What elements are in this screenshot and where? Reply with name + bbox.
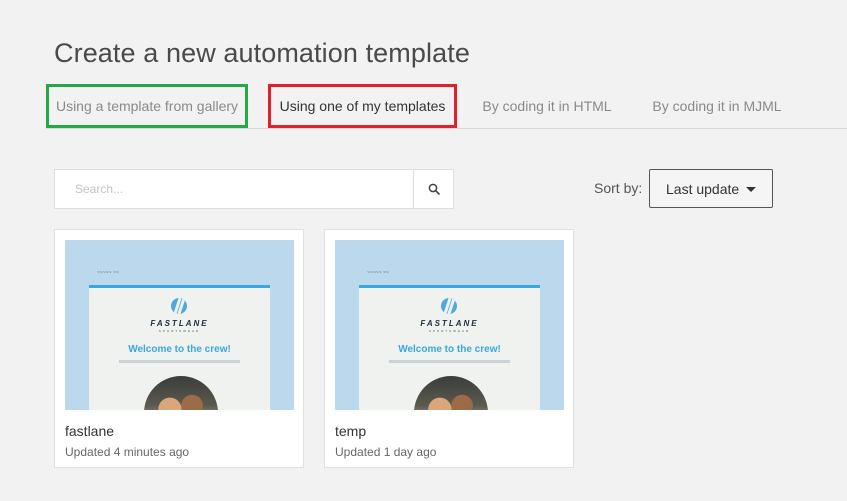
page-title: Create a new automation template bbox=[54, 38, 470, 68]
template-updated: Updated 4 minutes ago bbox=[65, 445, 190, 459]
tab-coding-html[interactable]: By coding it in HTML bbox=[472, 84, 622, 128]
thumbnail-subtext bbox=[119, 360, 240, 363]
caret-down-icon bbox=[746, 187, 756, 192]
fastlane-logo-icon bbox=[441, 298, 457, 314]
thumbnail-photo bbox=[144, 376, 218, 410]
tab-template-gallery[interactable]: Using a template from gallery bbox=[46, 84, 248, 128]
email-preview: FASTLANE SPORTSWEAR Welcome to the crew! bbox=[359, 285, 540, 410]
search-button[interactable] bbox=[413, 170, 453, 208]
tab-my-templates[interactable]: Using one of my templates bbox=[268, 84, 457, 128]
thumbnail-headline: Welcome to the crew! bbox=[128, 344, 231, 355]
email-preview: FASTLANE SPORTSWEAR Welcome to the crew! bbox=[89, 285, 270, 410]
fastlane-logo-icon bbox=[171, 298, 187, 314]
template-thumbnail: ~~~~~ ~~ FASTLANE SPORTSWEAR Welcome to … bbox=[65, 240, 294, 410]
search-icon bbox=[428, 183, 440, 195]
thumbnail-brand-sub: SPORTSWEAR bbox=[158, 329, 201, 333]
thumbnail-preheader: ~~~~~ ~~ bbox=[97, 270, 119, 276]
sort-selected-value: Last update bbox=[666, 180, 740, 197]
search-input[interactable] bbox=[55, 170, 413, 208]
tab-coding-mjml[interactable]: By coding it in MJML bbox=[642, 84, 792, 128]
template-updated: Updated 1 day ago bbox=[335, 445, 437, 459]
template-card[interactable]: ~~~~~ ~~ FASTLANE SPORTSWEAR Welcome to … bbox=[324, 229, 574, 468]
thumbnail-brand: FASTLANE bbox=[150, 319, 209, 328]
sort-label: Sort by: bbox=[594, 180, 643, 196]
thumbnail-brand: FASTLANE bbox=[420, 319, 479, 328]
search-box bbox=[54, 169, 454, 209]
thumbnail-subtext bbox=[389, 360, 510, 363]
thumbnail-preheader: ~~~~~ ~~ bbox=[367, 270, 389, 276]
template-name: temp bbox=[335, 423, 367, 439]
thumbnail-photo bbox=[414, 376, 488, 410]
template-name: fastlane bbox=[65, 423, 115, 439]
sort-dropdown[interactable]: Last update bbox=[649, 169, 773, 208]
template-thumbnail: ~~~~~ ~~ FASTLANE SPORTSWEAR Welcome to … bbox=[335, 240, 564, 410]
template-card[interactable]: ~~~~~ ~~ FASTLANE SPORTSWEAR Welcome to … bbox=[54, 229, 304, 468]
thumbnail-headline: Welcome to the crew! bbox=[398, 344, 501, 355]
template-source-tabs: Using a template from gallery Using one … bbox=[46, 84, 847, 129]
thumbnail-brand-sub: SPORTSWEAR bbox=[428, 329, 471, 333]
